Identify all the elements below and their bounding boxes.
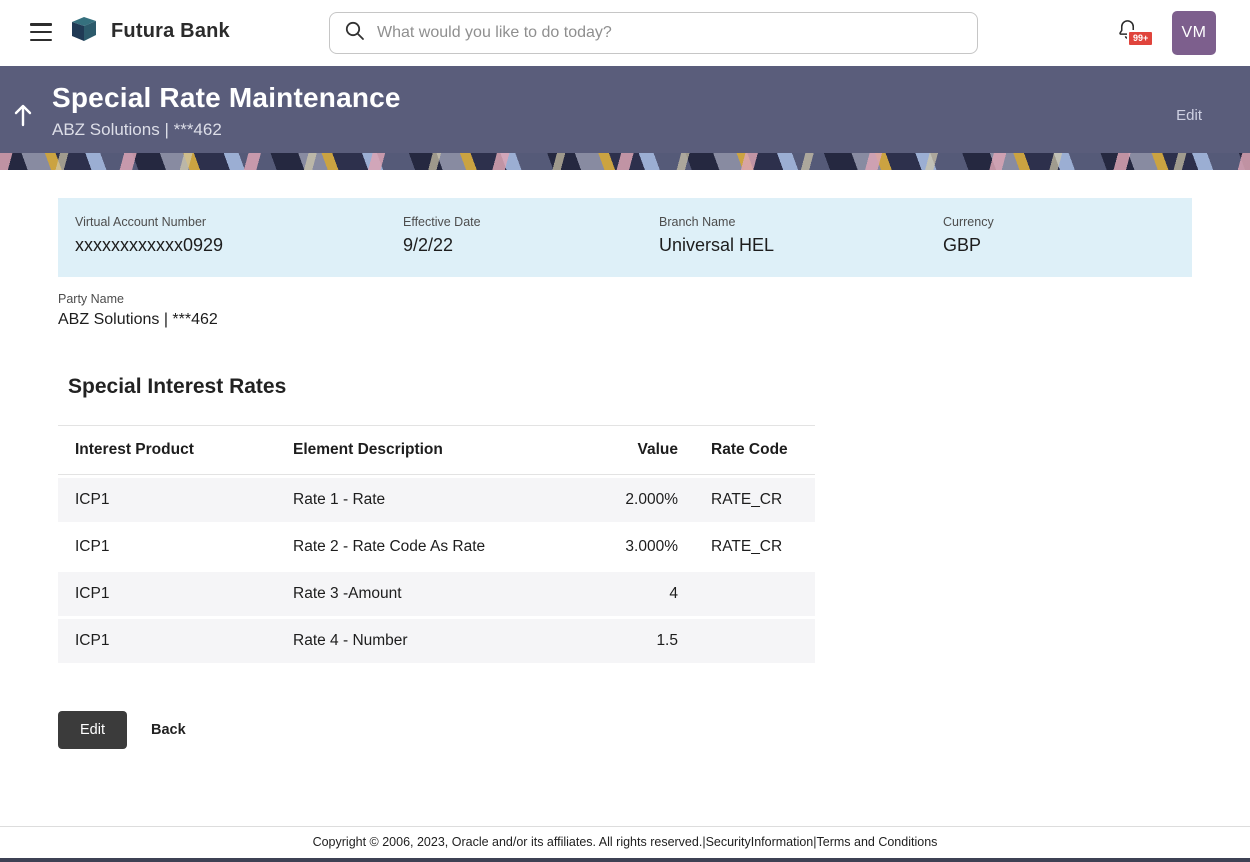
column-header-value: Value [637,441,679,458]
column-header-element-description: Element Description [293,441,443,458]
banner-edit-link[interactable]: Edit [1176,107,1202,124]
column-header-interest-product: Interest Product [75,441,194,458]
security-information-link[interactable]: SecurityInformation [706,835,814,849]
summary-field-branch-name: Branch Name Universal HEL [659,215,943,256]
cell-element-description: Rate 2 - Rate Code As Rate [293,538,486,555]
field-value: xxxxxxxxxxxx0929 [75,235,224,255]
field-label: Virtual Account Number [75,215,207,229]
futura-bank-logo-icon [68,14,100,49]
footer: Copyright © 2006, 2023, Oracle and/or it… [0,826,1250,858]
account-summary-panel: Virtual Account Number xxxxxxxxxxxx0929 … [58,198,1192,277]
cell-element-description: Rate 4 - Number [293,632,408,649]
global-search[interactable] [329,12,978,54]
cell-interest-product: ICP1 [75,491,110,508]
summary-field-virtual-account-number: Virtual Account Number xxxxxxxxxxxx0929 [75,215,403,256]
edit-button[interactable]: Edit [58,711,127,749]
cell-interest-product: ICP1 [75,632,110,649]
brand-name: Futura Bank [111,20,230,42]
field-value: Universal HEL [659,235,775,255]
party-name-field: Party Name ABZ Solutions | ***462 [58,292,1250,329]
back-button[interactable]: Back [151,722,186,738]
avatar[interactable]: VM [1172,11,1216,55]
hamburger-icon [30,23,52,26]
field-label: Party Name [58,292,124,306]
cell-rate-code: RATE_CR [711,491,783,508]
top-bar: Futura Bank 99+ VM [0,0,1250,66]
cell-rate-code: RATE_CR [711,538,783,555]
field-label: Currency [943,215,994,229]
copyright-text: Copyright © 2006, 2023, Oracle and/or it… [312,835,703,849]
summary-field-effective-date: Effective Date 9/2/22 [403,215,659,256]
page: Futura Bank 99+ VM [0,0,1250,862]
page-title: Special Rate Maintenance [52,82,401,113]
cell-element-description: Rate 1 - Rate [293,491,386,508]
field-value: 9/2/22 [403,235,454,255]
action-buttons: Edit Back [58,711,1250,749]
topbar-right: 99+ VM [1116,0,1216,66]
section-title: Special Interest Rates [68,375,287,398]
field-value: ABZ Solutions | ***462 [58,311,218,328]
bottom-edge-bar [0,858,1250,862]
field-label: Effective Date [403,215,481,229]
cell-value: 3.000% [625,538,678,555]
field-value: GBP [943,235,982,255]
rates-table: Interest Product Element Description Val… [58,425,815,663]
table-header-row: Interest Product Element Description Val… [58,425,815,475]
cell-element-description: Rate 3 -Amount [293,585,402,602]
scroll-top-button[interactable] [12,102,34,131]
notifications-button[interactable]: 99+ [1116,18,1155,48]
search-input[interactable] [377,24,963,42]
cell-value: 1.5 [656,632,678,649]
table-row: ICP1 Rate 1 - Rate 2.000% RATE_CR [58,478,815,522]
column-header-rate-code: Rate Code [711,441,788,458]
cell-interest-product: ICP1 [75,585,110,602]
table-row: ICP1 Rate 2 - Rate Code As Rate 3.000% R… [58,525,815,569]
table-row: ICP1 Rate 4 - Number 1.5 [58,619,815,663]
arrow-up-icon [12,104,34,131]
page-subtitle: ABZ Solutions | ***462 [52,120,222,139]
notification-badge: 99+ [1127,30,1155,47]
cell-value: 2.000% [625,491,678,508]
terms-and-conditions-link[interactable]: Terms and Conditions [817,835,938,849]
banner-text: Special Rate Maintenance ABZ Solutions |… [52,82,401,140]
field-label: Branch Name [659,215,736,229]
main-content: Virtual Account Number xxxxxxxxxxxx0929 … [0,198,1250,749]
brand-logo[interactable]: Futura Bank [68,14,230,49]
search-icon [344,20,366,47]
page-banner: Special Rate Maintenance ABZ Solutions |… [0,66,1250,170]
summary-field-currency: Currency GBP [943,215,1192,256]
banner-decoration [0,153,1250,170]
cell-interest-product: ICP1 [75,538,110,555]
menu-button[interactable] [30,22,54,42]
table-row: ICP1 Rate 3 -Amount 4 [58,572,815,616]
cell-value: 4 [669,585,678,602]
